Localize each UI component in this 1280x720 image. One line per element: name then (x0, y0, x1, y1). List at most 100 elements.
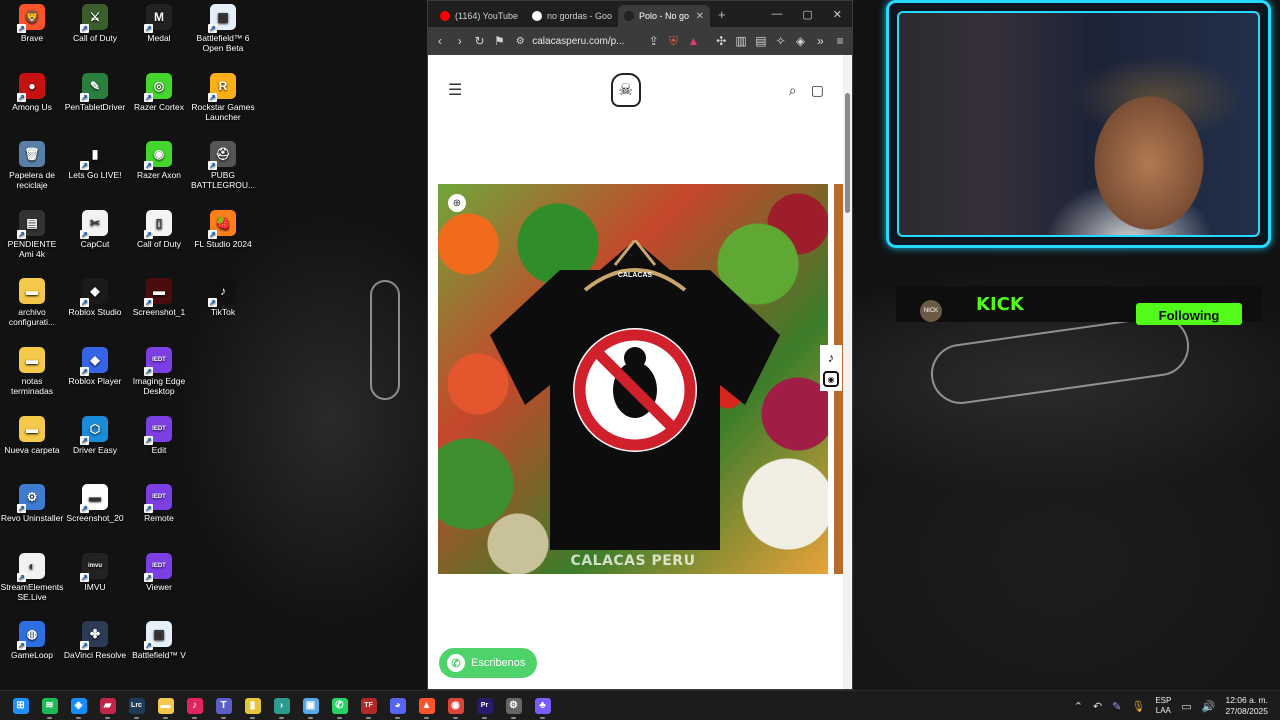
whatsapp-chat-button[interactable]: ✆ Escribenos (439, 648, 538, 678)
search-icon[interactable]: ⌕ (789, 82, 797, 99)
desktop-icon[interactable]: ▬Screenshot_20 (63, 484, 127, 523)
desktop-icon[interactable]: ▯Call of Duty (127, 209, 191, 249)
vpn-icon[interactable]: ◈ (795, 34, 807, 48)
taskbar-app[interactable]: ⚙ (499, 692, 528, 720)
pen-tray-icon[interactable]: ✎ (1112, 700, 1121, 713)
desktop-icon[interactable]: ◉Razer Axon (127, 141, 191, 180)
minimize-button[interactable]: — (771, 8, 782, 21)
desktop-icon[interactable]: ▦Battlefield™ 6 Open Beta (191, 4, 255, 53)
lets-go-live-icon: ▮ (80, 141, 108, 171)
address-bar[interactable]: ⚙ calacasperu.com/p... (513, 31, 640, 51)
taskbar-app[interactable]: ◈ (64, 692, 93, 720)
microphone-icon[interactable]: 🎙 (1131, 700, 1145, 713)
desktop-icon[interactable]: ✎PenTabletDriver (63, 72, 127, 112)
cart-icon[interactable]: ▢ (811, 82, 824, 99)
sidebar-icon[interactable]: ▥ (735, 34, 747, 48)
desktop-icon[interactable]: ▬ Nueva carpeta (0, 415, 64, 455)
brave-rewards-icon[interactable]: ▲ (687, 34, 699, 48)
desktop-icon[interactable]: IEDTViewer (127, 552, 191, 592)
taskbar-app[interactable]: Pr (470, 692, 499, 720)
desktop-icon[interactable]: ◎Razer Cortex (127, 72, 191, 112)
clock[interactable]: 12:06 a. m. 27/08/2025 (1225, 695, 1268, 717)
taskbar-app[interactable]: T (209, 692, 238, 720)
desktop-icon[interactable]: ⬡Driver Easy (63, 415, 127, 455)
following-button[interactable]: Following (1136, 303, 1242, 325)
taskbar-app[interactable]: ▰ (93, 692, 122, 720)
tiktok-icon[interactable]: ♪ (823, 349, 839, 365)
browser-tab[interactable]: Polo - No go ✕ (618, 5, 710, 27)
taskbar-app[interactable]: ♣ (528, 692, 557, 720)
razer-axon-icon: ◉ (144, 141, 172, 171)
taskbar-app[interactable]: ✆ (325, 692, 354, 720)
back-icon[interactable]: ‹ (434, 34, 446, 48)
desktop-icon[interactable]: ▬Screenshot_1 (127, 278, 191, 317)
desktop-icon[interactable]: ♪TikTok (191, 278, 255, 317)
taskbar-app[interactable]: ▮ (238, 692, 267, 720)
desktop-icon[interactable]: ◆Roblox Player (63, 347, 127, 386)
desktop-icon[interactable]: ✤DaVinci Resolve (63, 621, 127, 660)
desktop-icon[interactable]: RRockstar Games Launcher (191, 72, 255, 122)
language-indicator[interactable]: ESP LAA (1155, 696, 1171, 716)
taskbar-app[interactable]: ♪ (180, 692, 209, 720)
wallet-icon[interactable]: ▤ (755, 34, 767, 48)
desktop-icon[interactable]: IEDTRemote (127, 484, 191, 523)
volume-icon[interactable]: 🔊 (1202, 700, 1216, 713)
desktop-icon[interactable]: IEDTEdit (127, 415, 191, 455)
taskbar-app[interactable]: ▲ (412, 692, 441, 720)
share-icon[interactable]: ⇪ (648, 34, 660, 48)
taskbar-app[interactable]: Lrc (122, 692, 151, 720)
page-scrollbar[interactable] (843, 55, 852, 689)
reload-icon[interactable]: ↻ (474, 34, 486, 48)
desktop-icon[interactable]: ✂CapCut (63, 209, 127, 249)
taskbar-app[interactable]: ▣ (296, 692, 325, 720)
desktop-icon[interactable]: ▮Lets Go LIVE! (63, 141, 127, 180)
taskbar-app[interactable]: ◕ (383, 692, 412, 720)
back-arrow-tray-icon[interactable]: ↶ (1093, 700, 1102, 713)
desktop-icon[interactable]: ▬ archivo configurati... (0, 278, 64, 327)
desktop-icon[interactable]: ⛑PUBG BATTLEGROU... (191, 141, 255, 190)
taskbar-app[interactable]: ◉ (441, 692, 470, 720)
site-info-icon[interactable]: ⚙ (513, 36, 527, 47)
browser-tab[interactable]: (1164) YouTube (434, 5, 526, 27)
bookmark-icon[interactable]: ⚑ (493, 34, 505, 48)
chevron-up-icon[interactable]: ⌃ (1074, 700, 1083, 713)
scrollbar-thumb[interactable] (845, 93, 850, 213)
taskbar-app[interactable]: ⊞ (6, 692, 35, 720)
network-icon[interactable]: ▭ (1181, 700, 1191, 713)
close-window-button[interactable]: ✕ (833, 8, 842, 21)
maximize-button[interactable]: ▢ (802, 8, 812, 21)
zoom-icon[interactable]: ⊕ (448, 194, 466, 212)
desktop-icon[interactable]: ●Among Us (0, 72, 64, 112)
hamburger-menu-icon[interactable]: ☰ (448, 80, 462, 100)
desktop-icon[interactable]: ▤PENDIENTE Ami 4k (0, 209, 64, 259)
desktop-icon[interactable]: MMedal (127, 4, 191, 43)
desktop-icon[interactable]: ▦Battlefield™ V (127, 621, 191, 660)
forward-icon[interactable]: › (454, 34, 466, 48)
desktop-icon[interactable]: ▬ notas terminadas (0, 347, 64, 396)
desktop-icon[interactable]: IEDTImaging Edge Desktop (127, 347, 191, 396)
new-tab-button[interactable]: + (718, 7, 726, 22)
desktop-icon[interactable]: ◆Roblox Studio (63, 278, 127, 317)
close-tab-icon[interactable]: ✕ (696, 11, 704, 22)
instagram-icon[interactable]: ◉ (823, 371, 839, 387)
desktop-icon[interactable]: ⚙Revo Uninstaller (0, 484, 64, 523)
taskbar-app[interactable]: ▬ (151, 692, 180, 720)
leo-ai-icon[interactable]: ✧ (775, 34, 787, 48)
brave-shield-icon[interactable]: ⛨ (668, 34, 680, 49)
calacas-skull-logo[interactable]: ☠ (610, 73, 641, 107)
desktop-icon[interactable]: ⚔Call of Duty (63, 4, 127, 43)
taskbar-app[interactable]: TF (354, 692, 383, 720)
desktop-icon[interactable]: 🗑 Papelera de reciclaje (0, 141, 64, 190)
product-image[interactable]: CALACAS ⊕ CALACAS PERU (438, 184, 828, 574)
desktop-icon[interactable]: 🍓FL Studio 2024 (191, 209, 255, 249)
desktop-icon[interactable]: imvuIMVU (63, 552, 127, 592)
taskbar-app[interactable]: ≋ (35, 692, 64, 720)
browser-tab[interactable]: no gordas - Goo (526, 5, 618, 27)
desktop-icon[interactable]: ◍GameLoop (0, 621, 64, 660)
menu-icon[interactable]: ≡ (834, 34, 846, 48)
desktop-icon[interactable]: ◐StreamElements SE.Live (0, 552, 64, 602)
taskbar-app[interactable]: › (267, 692, 296, 720)
desktop-icon[interactable]: 🦁Brave (0, 4, 64, 43)
extensions-icon[interactable]: ✣ (715, 34, 727, 48)
more-icon[interactable]: » (814, 34, 826, 48)
